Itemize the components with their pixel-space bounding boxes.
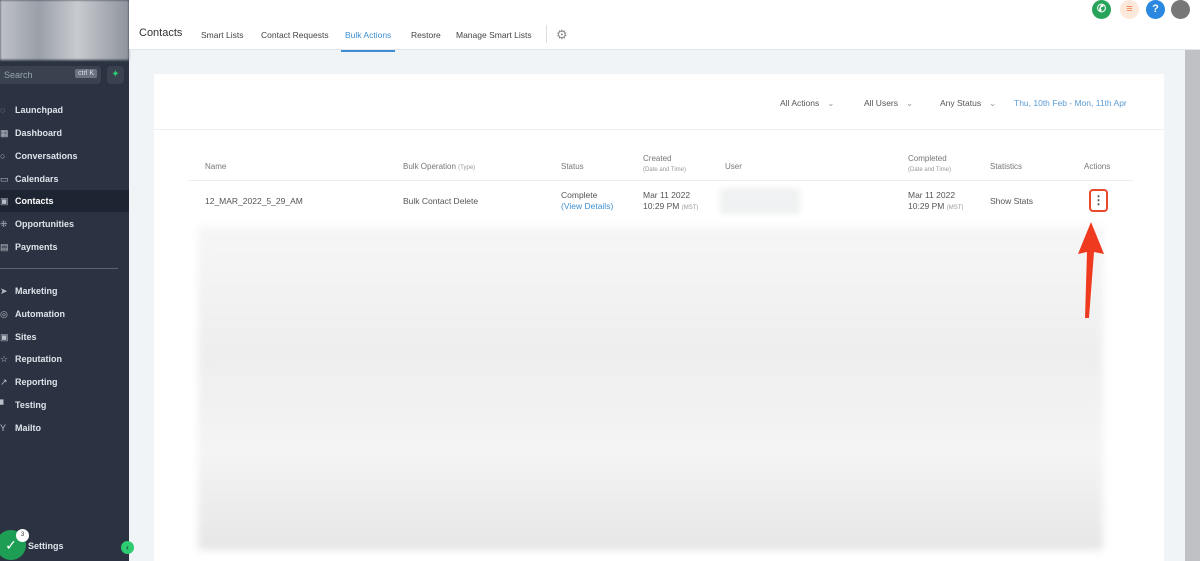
contacts-icon: ▣ [0,196,9,206]
chevron-down-icon: ⌄ [906,98,914,108]
sidebar-item-reporting[interactable]: ↗ Reporting [0,371,129,393]
header-status: Status [561,162,584,171]
date-range-picker[interactable]: Thu, 10th Feb - Mon, 11th Apr [1014,98,1127,108]
header-divider [188,180,1133,181]
search-placeholder: Search [4,70,33,80]
sidebar-item-label: Reputation [15,354,62,364]
marketing-icon: ➤ [0,286,8,296]
sidebar-item-sites[interactable]: ▣ Sites [0,326,129,348]
tab-contact-requests[interactable]: Contact Requests [261,30,329,50]
users-filter[interactable]: All Users ⌄ [864,98,913,109]
chevron-down-icon: ⌄ [989,98,997,108]
company-logo [0,0,129,60]
top-bar: Contacts Smart Lists Contact Requests Bu… [129,0,1200,52]
tab-smart-lists[interactable]: Smart Lists [201,30,244,50]
row-status: Complete (View Details) [561,190,614,211]
page-title: Contacts [139,27,183,39]
sidebar-item-payments[interactable]: ▤ Payments [0,236,129,258]
sidebar-item-testing[interactable]: ▘ Testing [0,394,129,416]
sidebar-divider [0,268,118,269]
sidebar-item-automation[interactable]: ◎ Automation [0,303,129,325]
sidebar-item-label: Payments [15,242,58,252]
sidebar-item-conversations[interactable]: ○ Conversations [0,145,129,167]
row-created: Mar 11 2022 10:29 PM (MST) [643,190,699,211]
sidebar: Search ctrl K ✦ ◌ Launchpad ▦ Dashboard ○ Conv… [0,0,134,561]
mailto-icon: Y [0,423,7,433]
row-name: 12_MAR_2022_5_29_AM [205,196,303,206]
filter-bar: All Actions ⌄ All Users ⌄ Any Status ⌄ Thu,… [154,74,1164,130]
actions-filter-label: All Actions [780,98,820,108]
sidebar-item-label: Calendars [15,174,59,184]
sidebar-item-opportunities[interactable]: ⁜ Opportunities [0,213,129,235]
sidebar-item-calendars[interactable]: ▭ Calendars [0,168,129,190]
search-input[interactable]: Search ctrl K [0,66,101,84]
sidebar-item-label: Automation [15,309,65,319]
sidebar-item-dashboard[interactable]: ▦ Dashboard [0,122,129,144]
phone-icon[interactable]: ✆ [1092,0,1111,19]
gear-icon[interactable]: ⚙ [556,27,568,43]
users-filter-label: All Users [864,98,899,108]
scrollbar[interactable] [1185,50,1200,561]
sidebar-item-contacts[interactable]: ▣ Contacts [0,190,129,212]
sidebar-item-label: Opportunities [15,219,74,229]
header-operation: Bulk Operation (Type) [403,162,476,171]
testing-icon: ▘ [0,400,7,410]
header-user: User [725,162,742,171]
notification-badge: 3 [16,529,29,542]
row-user-redacted [720,188,800,214]
avatar[interactable] [1171,0,1190,19]
reporting-icon: ↗ [0,377,8,387]
tab-manage-smart-lists[interactable]: Manage Smart Lists [456,30,532,50]
header-name: Name [205,162,227,171]
tab-separator [546,25,547,43]
dashboard-icon: ▦ [0,128,9,138]
sidebar-item-label: Testing [15,400,47,410]
sidebar-item-label: Marketing [15,286,58,296]
reputation-icon: ☆ [0,354,9,364]
status-filter-label: Any Status [940,98,982,108]
collapse-sidebar-button[interactable]: ‹ [121,541,134,554]
opportunities-icon: ⁜ [0,219,8,229]
launchpad-icon: ◌ [0,105,6,115]
calendars-icon: ▭ [0,174,9,184]
row-completed: Mar 11 2022 10:29 PM (MST) [908,190,964,211]
quick-add-button[interactable]: ✦ [107,66,124,84]
sidebar-item-label: Conversations [15,151,78,161]
redacted-rows [198,226,1103,550]
sidebar-item-label: Mailto [15,423,41,433]
more-actions-button[interactable]: ⋮ [1089,189,1108,212]
header-completed: Completed (Date and Time) [908,154,952,173]
row-operation: Bulk Contact Delete [403,196,479,206]
automation-icon: ◎ [0,309,8,319]
status-filter[interactable]: Any Status ⌄ [940,98,996,109]
sidebar-item-label: Launchpad [15,105,64,115]
header-created: Created (Date and Time) [643,154,687,173]
annotation-arrow-icon [1078,222,1104,318]
sites-icon: ▣ [0,332,9,342]
sidebar-item-launchpad[interactable]: ◌ Launchpad [0,99,129,121]
view-details-link[interactable]: (View Details) [561,201,613,211]
payments-icon: ▤ [0,242,9,252]
notifications-icon[interactable]: ≡ [1120,0,1139,19]
chevron-down-icon: ⌄ [827,98,835,108]
actions-filter[interactable]: All Actions ⌄ [780,98,834,109]
sidebar-item-marketing[interactable]: ➤ Marketing [0,280,129,302]
search-shortcut: ctrl K [75,69,97,78]
tab-restore[interactable]: Restore [411,30,441,50]
sidebar-item-mailto[interactable]: Y Mailto [0,417,129,439]
header-statistics: Statistics [990,162,1023,171]
tab-bulk-actions[interactable]: Bulk Actions [341,30,396,52]
sidebar-item-label: Reporting [15,377,58,387]
help-icon[interactable]: ? [1146,0,1165,19]
sidebar-item-reputation[interactable]: ☆ Reputation [0,348,129,370]
header-actions: Actions [1084,162,1111,171]
sidebar-item-settings[interactable]: Settings [28,541,64,551]
sidebar-item-label: Sites [15,332,37,342]
show-stats-link[interactable]: Show Stats [990,196,1033,207]
conversations-icon: ○ [0,151,6,161]
sidebar-item-label: Contacts [15,196,54,206]
sidebar-item-label: Dashboard [15,128,63,138]
